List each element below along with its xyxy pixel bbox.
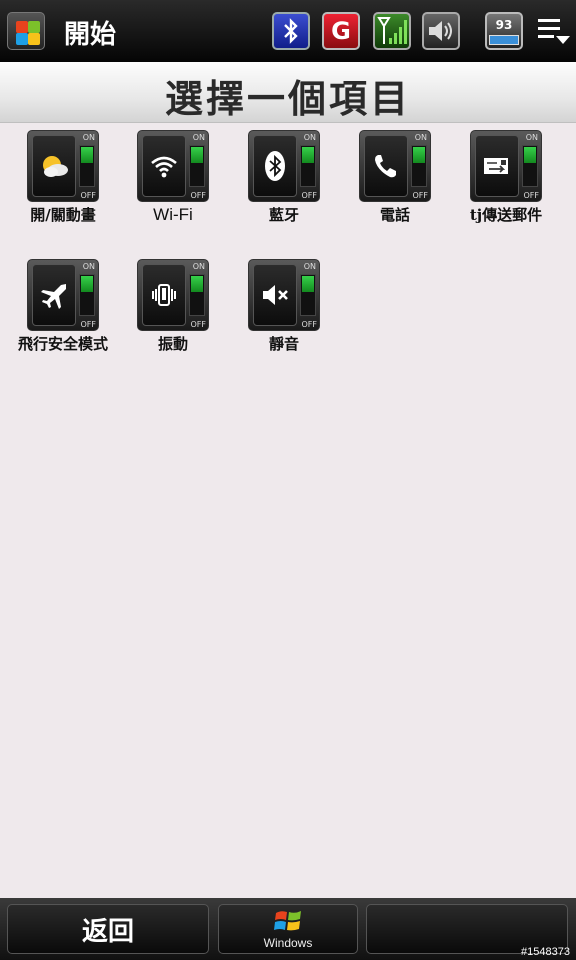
toggle-phone[interactable]: ON OFF 電話: [340, 130, 450, 224]
toggle-switch[interactable]: ON OFF: [137, 130, 209, 202]
on-label: ON: [82, 133, 95, 142]
on-label: ON: [192, 262, 205, 271]
toggle-mute[interactable]: ON OFF 靜音: [229, 259, 339, 353]
toggle-switch[interactable]: ON OFF: [359, 130, 431, 202]
toggle-label: tj傳送郵件: [469, 206, 543, 224]
switch-knob: [191, 276, 203, 292]
bottom-bar: 返回 Windows: [0, 898, 576, 960]
on-label: ON: [414, 133, 427, 142]
volume-icon[interactable]: [422, 12, 460, 50]
toggle-label: 電話: [379, 206, 410, 224]
toggle-label: 振動: [157, 335, 188, 353]
switch-track: [411, 145, 427, 187]
bluetooth-status-icon[interactable]: [272, 12, 310, 50]
watermark-text: #1548373: [521, 946, 570, 958]
switch-track: [79, 274, 95, 316]
on-label: ON: [82, 262, 95, 271]
header-band: 選擇一個項目: [0, 62, 576, 123]
toggle-switch[interactable]: ON OFF: [248, 130, 320, 202]
switch-knob: [302, 276, 314, 292]
windows-label: Windows: [263, 936, 313, 950]
airplane-icon: [32, 264, 76, 326]
toggle-airplane[interactable]: ON OFF 飛行安全模式: [8, 259, 118, 353]
phone-icon: [364, 135, 408, 197]
on-label: ON: [192, 133, 205, 142]
toggle-switch[interactable]: ON OFF: [248, 259, 320, 331]
switch-knob: [302, 147, 314, 163]
off-label: OFF: [301, 191, 318, 200]
page-title: 選擇一個項目: [164, 76, 411, 121]
off-label: OFF: [190, 191, 207, 200]
off-label: OFF: [412, 191, 429, 200]
on-label: ON: [303, 133, 316, 142]
switch-knob: [413, 147, 425, 163]
toggle-label: 靜音: [268, 335, 299, 353]
vibrate-icon: [142, 264, 186, 326]
switch-knob: [191, 147, 203, 163]
switch-track: [300, 274, 316, 316]
mute-icon: [253, 264, 297, 326]
status-bar: 開始 G 93: [0, 0, 576, 62]
switch-track: [189, 274, 205, 316]
toggle-bluetooth[interactable]: ON OFF 藍牙: [229, 130, 339, 224]
toggle-switch[interactable]: ON OFF: [27, 259, 99, 331]
back-button[interactable]: 返回: [7, 904, 209, 954]
signal-strength-icon[interactable]: [373, 12, 411, 50]
switch-track: [522, 145, 538, 187]
switch-track: [79, 145, 95, 187]
battery-level-bar: [489, 35, 519, 45]
off-label: OFF: [301, 320, 318, 329]
toggle-wifi[interactable]: ON OFF Wi-Fi: [118, 130, 228, 224]
toggle-label: 飛行安全模式: [17, 335, 108, 353]
send-mail-icon: [475, 135, 519, 197]
toggle-label: 開/關動畫: [30, 206, 96, 224]
switch-knob: [524, 147, 536, 163]
off-label: OFF: [523, 191, 540, 200]
on-label: ON: [525, 133, 538, 142]
menu-icon[interactable]: [536, 16, 572, 50]
off-label: OFF: [80, 191, 97, 200]
off-label: OFF: [190, 320, 207, 329]
toggle-switch[interactable]: ON OFF: [137, 259, 209, 331]
start-title[interactable]: 開始: [64, 14, 116, 51]
battery-icon[interactable]: 93: [485, 12, 523, 50]
off-label: OFF: [80, 320, 97, 329]
switch-knob: [81, 147, 93, 163]
toggle-label: 藍牙: [268, 206, 299, 224]
toggle-label: Wi-Fi: [153, 205, 193, 224]
toggle-switch[interactable]: ON OFF: [27, 130, 99, 202]
switch-track: [300, 145, 316, 187]
toggle-send-mail[interactable]: ON OFF tj傳送郵件: [451, 130, 561, 224]
bluetooth-icon: [253, 135, 297, 197]
on-label: ON: [303, 262, 316, 271]
toggle-animation[interactable]: ON OFF 開/關動畫: [8, 130, 118, 224]
switch-track: [189, 145, 205, 187]
windows-start-icon[interactable]: [7, 12, 45, 50]
weather-animation-icon: [32, 135, 76, 197]
windows-logo-icon: [274, 911, 301, 931]
switch-knob: [81, 276, 93, 292]
gprs-status-icon[interactable]: G: [322, 12, 360, 50]
windows-button[interactable]: Windows: [218, 904, 358, 954]
wifi-icon: [142, 135, 186, 197]
toggle-vibrate[interactable]: ON OFF 振動: [118, 259, 228, 353]
toggle-switch[interactable]: ON OFF: [470, 130, 542, 202]
battery-percent: 93: [495, 18, 513, 32]
